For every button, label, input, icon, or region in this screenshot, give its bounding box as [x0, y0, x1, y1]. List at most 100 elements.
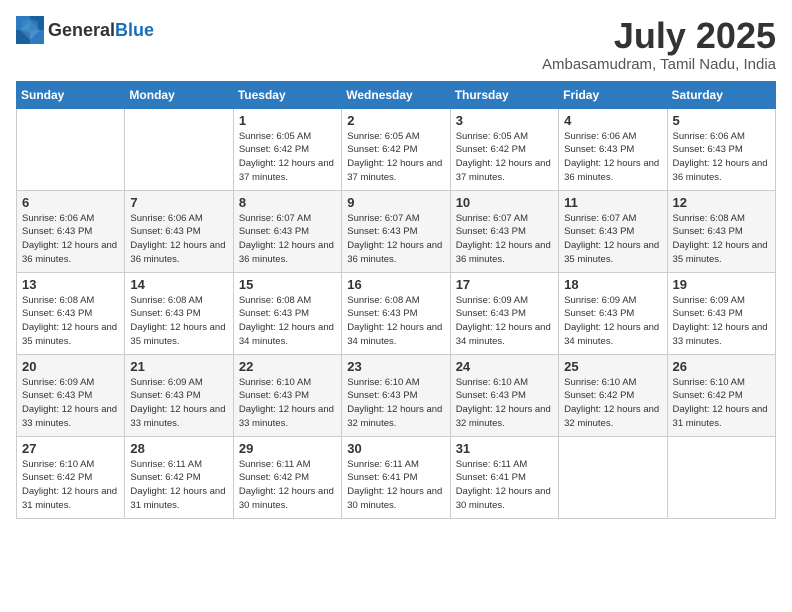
day-info: Sunrise: 6:10 AMSunset: 6:43 PMDaylight:… [456, 377, 551, 429]
calendar-cell: 14 Sunrise: 6:08 AMSunset: 6:43 PMDayligh… [125, 272, 233, 354]
month-title: July 2025 [542, 16, 776, 56]
calendar-cell: 27 Sunrise: 6:10 AMSunset: 6:42 PMDayligh… [17, 436, 125, 518]
day-info: Sunrise: 6:07 AMSunset: 6:43 PMDaylight:… [456, 213, 551, 265]
title-block: July 2025 Ambasamudram, Tamil Nadu, Indi… [542, 16, 776, 73]
day-info: Sunrise: 6:10 AMSunset: 6:42 PMDaylight:… [673, 377, 768, 429]
calendar-cell: 26 Sunrise: 6:10 AMSunset: 6:42 PMDayligh… [667, 354, 775, 436]
calendar-cell [17, 108, 125, 190]
logo: GeneralBlue [16, 16, 154, 44]
day-number: 21 [130, 359, 227, 374]
calendar-cell: 16 Sunrise: 6:08 AMSunset: 6:43 PMDayligh… [342, 272, 450, 354]
day-number: 17 [456, 277, 553, 292]
day-info: Sunrise: 6:11 AMSunset: 6:41 PMDaylight:… [347, 459, 442, 511]
calendar-cell: 24Sunrise: 6:10 AMSunset: 6:43 PMDayligh… [450, 354, 558, 436]
day-number: 10 [456, 195, 553, 210]
day-info: Sunrise: 6:11 AMSunset: 6:42 PMDaylight:… [239, 459, 334, 511]
day-number: 30 [347, 441, 444, 456]
day-number: 6 [22, 195, 119, 210]
day-number: 5 [673, 113, 770, 128]
calendar-cell: 7 Sunrise: 6:06 AMSunset: 6:43 PMDaylight… [125, 190, 233, 272]
day-number: 3 [456, 113, 553, 128]
day-number: 28 [130, 441, 227, 456]
day-info: Sunrise: 6:11 AMSunset: 6:41 PMDaylight:… [456, 459, 551, 511]
day-number: 14 [130, 277, 227, 292]
day-number: 2 [347, 113, 444, 128]
calendar-table: SundayMondayTuesdayWednesdayThursdayFrid… [16, 81, 776, 519]
calendar-cell [125, 108, 233, 190]
day-info: Sunrise: 6:07 AMSunset: 6:43 PMDaylight:… [347, 213, 442, 265]
day-info: Sunrise: 6:09 AMSunset: 6:43 PMDaylight:… [564, 295, 659, 347]
calendar-cell: 11 Sunrise: 6:07 AMSunset: 6:43 PMDayligh… [559, 190, 667, 272]
calendar-cell: 28 Sunrise: 6:11 AMSunset: 6:42 PMDayligh… [125, 436, 233, 518]
day-number: 26 [673, 359, 770, 374]
day-info: Sunrise: 6:08 AMSunset: 6:43 PMDaylight:… [239, 295, 334, 347]
day-info: Sunrise: 6:11 AMSunset: 6:42 PMDaylight:… [130, 459, 225, 511]
day-number: 7 [130, 195, 227, 210]
day-number: 25 [564, 359, 661, 374]
weekday-header-wednesday: Wednesday [342, 81, 450, 108]
calendar-cell: 12 Sunrise: 6:08 AMSunset: 6:43 PMDayligh… [667, 190, 775, 272]
day-info: Sunrise: 6:06 AMSunset: 6:43 PMDaylight:… [22, 213, 117, 265]
day-info: Sunrise: 6:09 AMSunset: 6:43 PMDaylight:… [673, 295, 768, 347]
logo-name: GeneralBlue [48, 20, 154, 41]
day-info: Sunrise: 6:10 AMSunset: 6:43 PMDaylight:… [239, 377, 334, 429]
calendar-week-2: 6 Sunrise: 6:06 AMSunset: 6:43 PMDaylight… [17, 190, 776, 272]
calendar-cell [667, 436, 775, 518]
day-info: Sunrise: 6:05 AMSunset: 6:42 PMDaylight:… [456, 131, 551, 183]
calendar-cell: 9 Sunrise: 6:07 AMSunset: 6:43 PMDaylight… [342, 190, 450, 272]
day-number: 16 [347, 277, 444, 292]
day-info: Sunrise: 6:05 AMSunset: 6:42 PMDaylight:… [239, 131, 334, 183]
calendar-week-1: 1Sunrise: 6:05 AMSunset: 6:42 PMDaylight… [17, 108, 776, 190]
day-info: Sunrise: 6:08 AMSunset: 6:43 PMDaylight:… [22, 295, 117, 347]
day-number: 19 [673, 277, 770, 292]
calendar-week-5: 27 Sunrise: 6:10 AMSunset: 6:42 PMDayligh… [17, 436, 776, 518]
calendar-cell: 13 Sunrise: 6:08 AMSunset: 6:43 PMDayligh… [17, 272, 125, 354]
calendar-cell: 18Sunrise: 6:09 AMSunset: 6:43 PMDayligh… [559, 272, 667, 354]
day-info: Sunrise: 6:07 AMSunset: 6:43 PMDaylight:… [564, 213, 659, 265]
day-number: 29 [239, 441, 336, 456]
day-info: Sunrise: 6:09 AMSunset: 6:43 PMDaylight:… [22, 377, 117, 429]
day-number: 9 [347, 195, 444, 210]
location-title: Ambasamudram, Tamil Nadu, India [542, 56, 776, 73]
day-info: Sunrise: 6:10 AMSunset: 6:42 PMDaylight:… [564, 377, 659, 429]
day-info: Sunrise: 6:10 AMSunset: 6:42 PMDaylight:… [22, 459, 117, 511]
day-number: 4 [564, 113, 661, 128]
calendar-week-3: 13 Sunrise: 6:08 AMSunset: 6:43 PMDayligh… [17, 272, 776, 354]
day-number: 11 [564, 195, 661, 210]
calendar-cell: 29 Sunrise: 6:11 AMSunset: 6:42 PMDayligh… [233, 436, 341, 518]
day-info: Sunrise: 6:06 AMSunset: 6:43 PMDaylight:… [564, 131, 659, 183]
calendar-cell: 31Sunrise: 6:11 AMSunset: 6:41 PMDayligh… [450, 436, 558, 518]
day-number: 20 [22, 359, 119, 374]
calendar-week-4: 20 Sunrise: 6:09 AMSunset: 6:43 PMDayligh… [17, 354, 776, 436]
weekday-header-tuesday: Tuesday [233, 81, 341, 108]
calendar-cell: 2 Sunrise: 6:05 AMSunset: 6:42 PMDaylight… [342, 108, 450, 190]
day-number: 13 [22, 277, 119, 292]
calendar-cell: 8Sunrise: 6:07 AMSunset: 6:43 PMDaylight… [233, 190, 341, 272]
day-number: 12 [673, 195, 770, 210]
calendar-cell: 17 Sunrise: 6:09 AMSunset: 6:43 PMDayligh… [450, 272, 558, 354]
day-number: 27 [22, 441, 119, 456]
day-info: Sunrise: 6:08 AMSunset: 6:43 PMDaylight:… [347, 295, 442, 347]
calendar-cell: 5 Sunrise: 6:06 AMSunset: 6:43 PMDaylight… [667, 108, 775, 190]
day-info: Sunrise: 6:08 AMSunset: 6:43 PMDaylight:… [130, 295, 225, 347]
calendar-cell: 21 Sunrise: 6:09 AMSunset: 6:43 PMDayligh… [125, 354, 233, 436]
day-info: Sunrise: 6:06 AMSunset: 6:43 PMDaylight:… [130, 213, 225, 265]
day-info: Sunrise: 6:05 AMSunset: 6:42 PMDaylight:… [347, 131, 442, 183]
calendar-cell: 6 Sunrise: 6:06 AMSunset: 6:43 PMDaylight… [17, 190, 125, 272]
day-info: Sunrise: 6:06 AMSunset: 6:43 PMDaylight:… [673, 131, 768, 183]
day-info: Sunrise: 6:09 AMSunset: 6:43 PMDaylight:… [130, 377, 225, 429]
day-info: Sunrise: 6:09 AMSunset: 6:43 PMDaylight:… [456, 295, 551, 347]
calendar-cell: 4 Sunrise: 6:06 AMSunset: 6:43 PMDaylight… [559, 108, 667, 190]
day-info: Sunrise: 6:08 AMSunset: 6:43 PMDaylight:… [673, 213, 768, 265]
calendar-cell: 10 Sunrise: 6:07 AMSunset: 6:43 PMDayligh… [450, 190, 558, 272]
weekday-header-saturday: Saturday [667, 81, 775, 108]
weekday-header-sunday: Sunday [17, 81, 125, 108]
day-number: 8 [239, 195, 336, 210]
day-info: Sunrise: 6:10 AMSunset: 6:43 PMDaylight:… [347, 377, 442, 429]
day-number: 23 [347, 359, 444, 374]
weekday-header-friday: Friday [559, 81, 667, 108]
weekday-header-thursday: Thursday [450, 81, 558, 108]
calendar-cell [559, 436, 667, 518]
calendar-cell: 22Sunrise: 6:10 AMSunset: 6:43 PMDayligh… [233, 354, 341, 436]
calendar-cell: 25 Sunrise: 6:10 AMSunset: 6:42 PMDayligh… [559, 354, 667, 436]
